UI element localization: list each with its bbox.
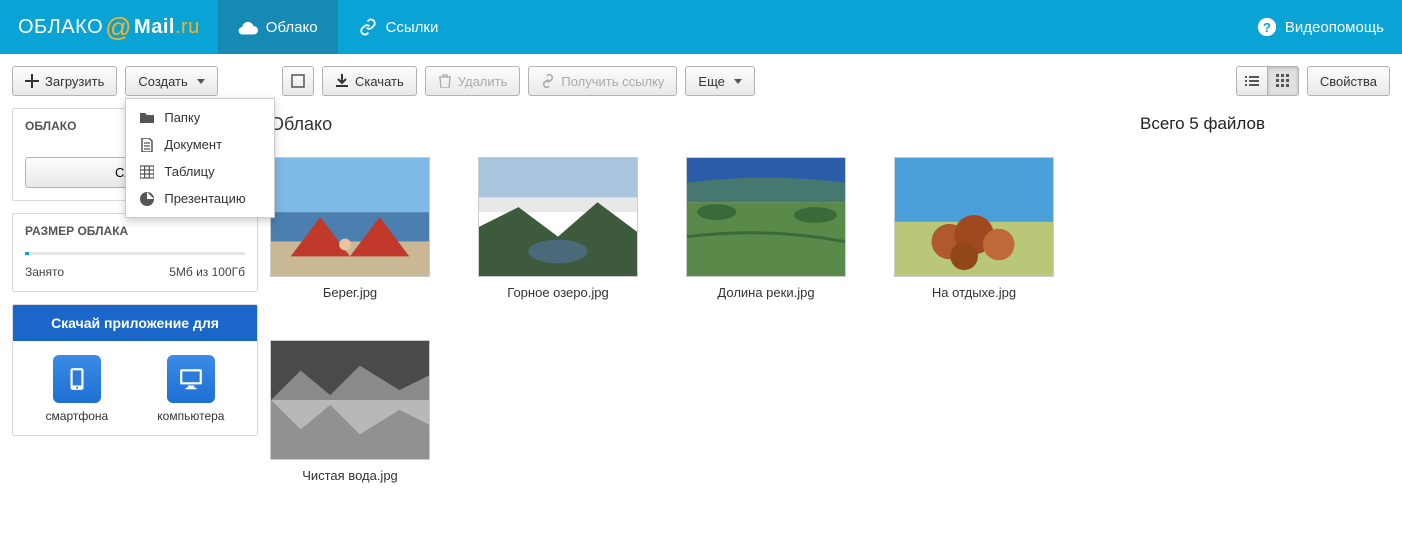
total-files-label: Всего 5 файлов <box>1140 114 1390 134</box>
toolbar-row: Загрузить Создать Папку Документ Таблицу <box>0 54 1402 96</box>
more-button[interactable]: Еще <box>685 66 754 96</box>
breadcrumb: Облако <box>270 114 1116 135</box>
create-dropdown: Папку Документ Таблицу Презентацию <box>125 98 275 218</box>
nav-tab-label: Облако <box>266 19 318 36</box>
app-header: ОБЛАКО@Mail.ru Облако Ссылки ? Видеопомо… <box>0 0 1402 54</box>
cloud-icon <box>238 18 258 36</box>
list-icon <box>1245 74 1259 88</box>
download-icon <box>335 74 349 88</box>
delete-button[interactable]: Удалить <box>425 66 521 96</box>
size-panel-title: РАЗМЕР ОБЛАКА <box>13 214 257 248</box>
properties-button[interactable]: Свойства <box>1307 66 1390 96</box>
grid-view-button[interactable] <box>1267 66 1299 96</box>
content-area: Облако Берег.jpg Горное озеро.jpg Долина… <box>270 108 1116 483</box>
promo-title: Скачай приложение для <box>13 305 257 341</box>
used-label: Занято <box>25 265 64 279</box>
presentation-icon <box>140 192 154 206</box>
nav-tab-label: Ссылки <box>386 19 439 36</box>
dropdown-item-label: Папку <box>164 110 200 125</box>
file-name: На отдыхе.jpg <box>894 285 1054 300</box>
logo-ru: .ru <box>175 16 200 39</box>
header-spacer <box>458 0 1239 54</box>
file-name: Чистая вода.jpg <box>270 468 430 483</box>
file-item[interactable]: Горное озеро.jpg <box>478 157 638 300</box>
file-thumbnail <box>270 340 430 460</box>
used-value: 5Мб из 100Гб <box>169 265 245 279</box>
folder-icon <box>140 111 154 125</box>
nav-tab-cloud[interactable]: Облако <box>218 0 338 54</box>
at-icon: @ <box>105 12 132 43</box>
link-icon <box>358 18 378 36</box>
caret-down-icon <box>197 79 205 84</box>
create-pres-item[interactable]: Презентацию <box>126 185 274 212</box>
promo-body: смартфона компьютера <box>13 341 257 435</box>
get-link-label: Получить ссылку <box>561 74 664 89</box>
svg-text:?: ? <box>1263 20 1271 35</box>
logo[interactable]: ОБЛАКО@Mail.ru <box>0 0 218 54</box>
file-thumbnail <box>894 157 1054 277</box>
promo-phone-tile[interactable]: смартфона <box>46 355 109 423</box>
file-name: Горное озеро.jpg <box>478 285 638 300</box>
list-view-button[interactable] <box>1236 66 1268 96</box>
file-item[interactable]: Чистая вода.jpg <box>270 340 430 483</box>
create-dropdown-wrap: Создать Папку Документ Таблицу <box>125 66 217 96</box>
get-link-button[interactable]: Получить ссылку <box>528 66 677 96</box>
size-panel: РАЗМЕР ОБЛАКА Занято 5Мб из 100Гб <box>12 213 258 292</box>
file-item[interactable]: На отдыхе.jpg <box>894 157 1054 300</box>
toolbar-right: Свойства <box>1236 66 1390 96</box>
trash-icon <box>438 74 452 88</box>
dropdown-item-label: Документ <box>164 137 222 152</box>
create-button[interactable]: Создать <box>125 66 217 96</box>
file-item[interactable]: Долина реки.jpg <box>686 157 846 300</box>
file-name: Берег.jpg <box>270 285 430 300</box>
file-thumbnail <box>270 157 430 277</box>
promo-pc-label: компьютера <box>157 409 224 423</box>
properties-label: Свойства <box>1320 74 1377 89</box>
table-icon <box>140 165 154 179</box>
monitor-icon <box>167 355 215 403</box>
logo-cloud: ОБЛАКО <box>18 16 103 39</box>
select-all-button[interactable] <box>282 66 314 96</box>
grid-icon <box>1276 74 1290 88</box>
video-help[interactable]: ? Видеопомощь <box>1239 0 1402 54</box>
delete-label: Удалить <box>458 74 508 89</box>
plus-icon <box>25 74 39 88</box>
upload-button[interactable]: Загрузить <box>12 66 117 96</box>
create-table-item[interactable]: Таблицу <box>126 158 274 185</box>
create-folder-item[interactable]: Папку <box>126 104 274 131</box>
link-icon <box>541 74 555 88</box>
upload-label: Загрузить <box>45 74 104 89</box>
phone-icon <box>53 355 101 403</box>
doc-icon <box>140 138 154 152</box>
file-thumbnail <box>478 157 638 277</box>
info-panel: Всего 5 файлов <box>1128 108 1390 483</box>
file-grid: Берег.jpg Горное озеро.jpg Долина реки.j… <box>270 157 1116 483</box>
nav-tab-links[interactable]: Ссылки <box>338 0 459 54</box>
file-item[interactable]: Берег.jpg <box>270 157 430 300</box>
view-toggle <box>1236 66 1299 96</box>
file-name: Долина реки.jpg <box>686 285 846 300</box>
dropdown-item-label: Таблицу <box>164 164 214 179</box>
download-button[interactable]: Скачать <box>322 66 417 96</box>
size-row: Занято 5Мб из 100Гб <box>13 265 257 291</box>
help-label: Видеопомощь <box>1285 19 1384 36</box>
create-doc-item[interactable]: Документ <box>126 131 274 158</box>
help-icon: ? <box>1257 17 1277 37</box>
checkbox-icon <box>291 74 305 88</box>
more-label: Еще <box>698 74 724 89</box>
size-progress <box>25 252 245 255</box>
app-promo: Скачай приложение для смартфона компьюте… <box>12 304 258 436</box>
file-thumbnail <box>686 157 846 277</box>
download-label: Скачать <box>355 74 404 89</box>
caret-down-icon <box>734 79 742 84</box>
left-button-group: Загрузить Создать Папку Документ Таблицу <box>12 66 270 96</box>
create-label: Создать <box>138 74 187 89</box>
main-toolbar: Скачать Удалить Получить ссылку Еще <box>270 66 1390 96</box>
logo-mail: Mail <box>134 16 175 39</box>
dropdown-item-label: Презентацию <box>164 191 245 206</box>
promo-pc-tile[interactable]: компьютера <box>157 355 224 423</box>
promo-phone-label: смартфона <box>46 409 109 423</box>
